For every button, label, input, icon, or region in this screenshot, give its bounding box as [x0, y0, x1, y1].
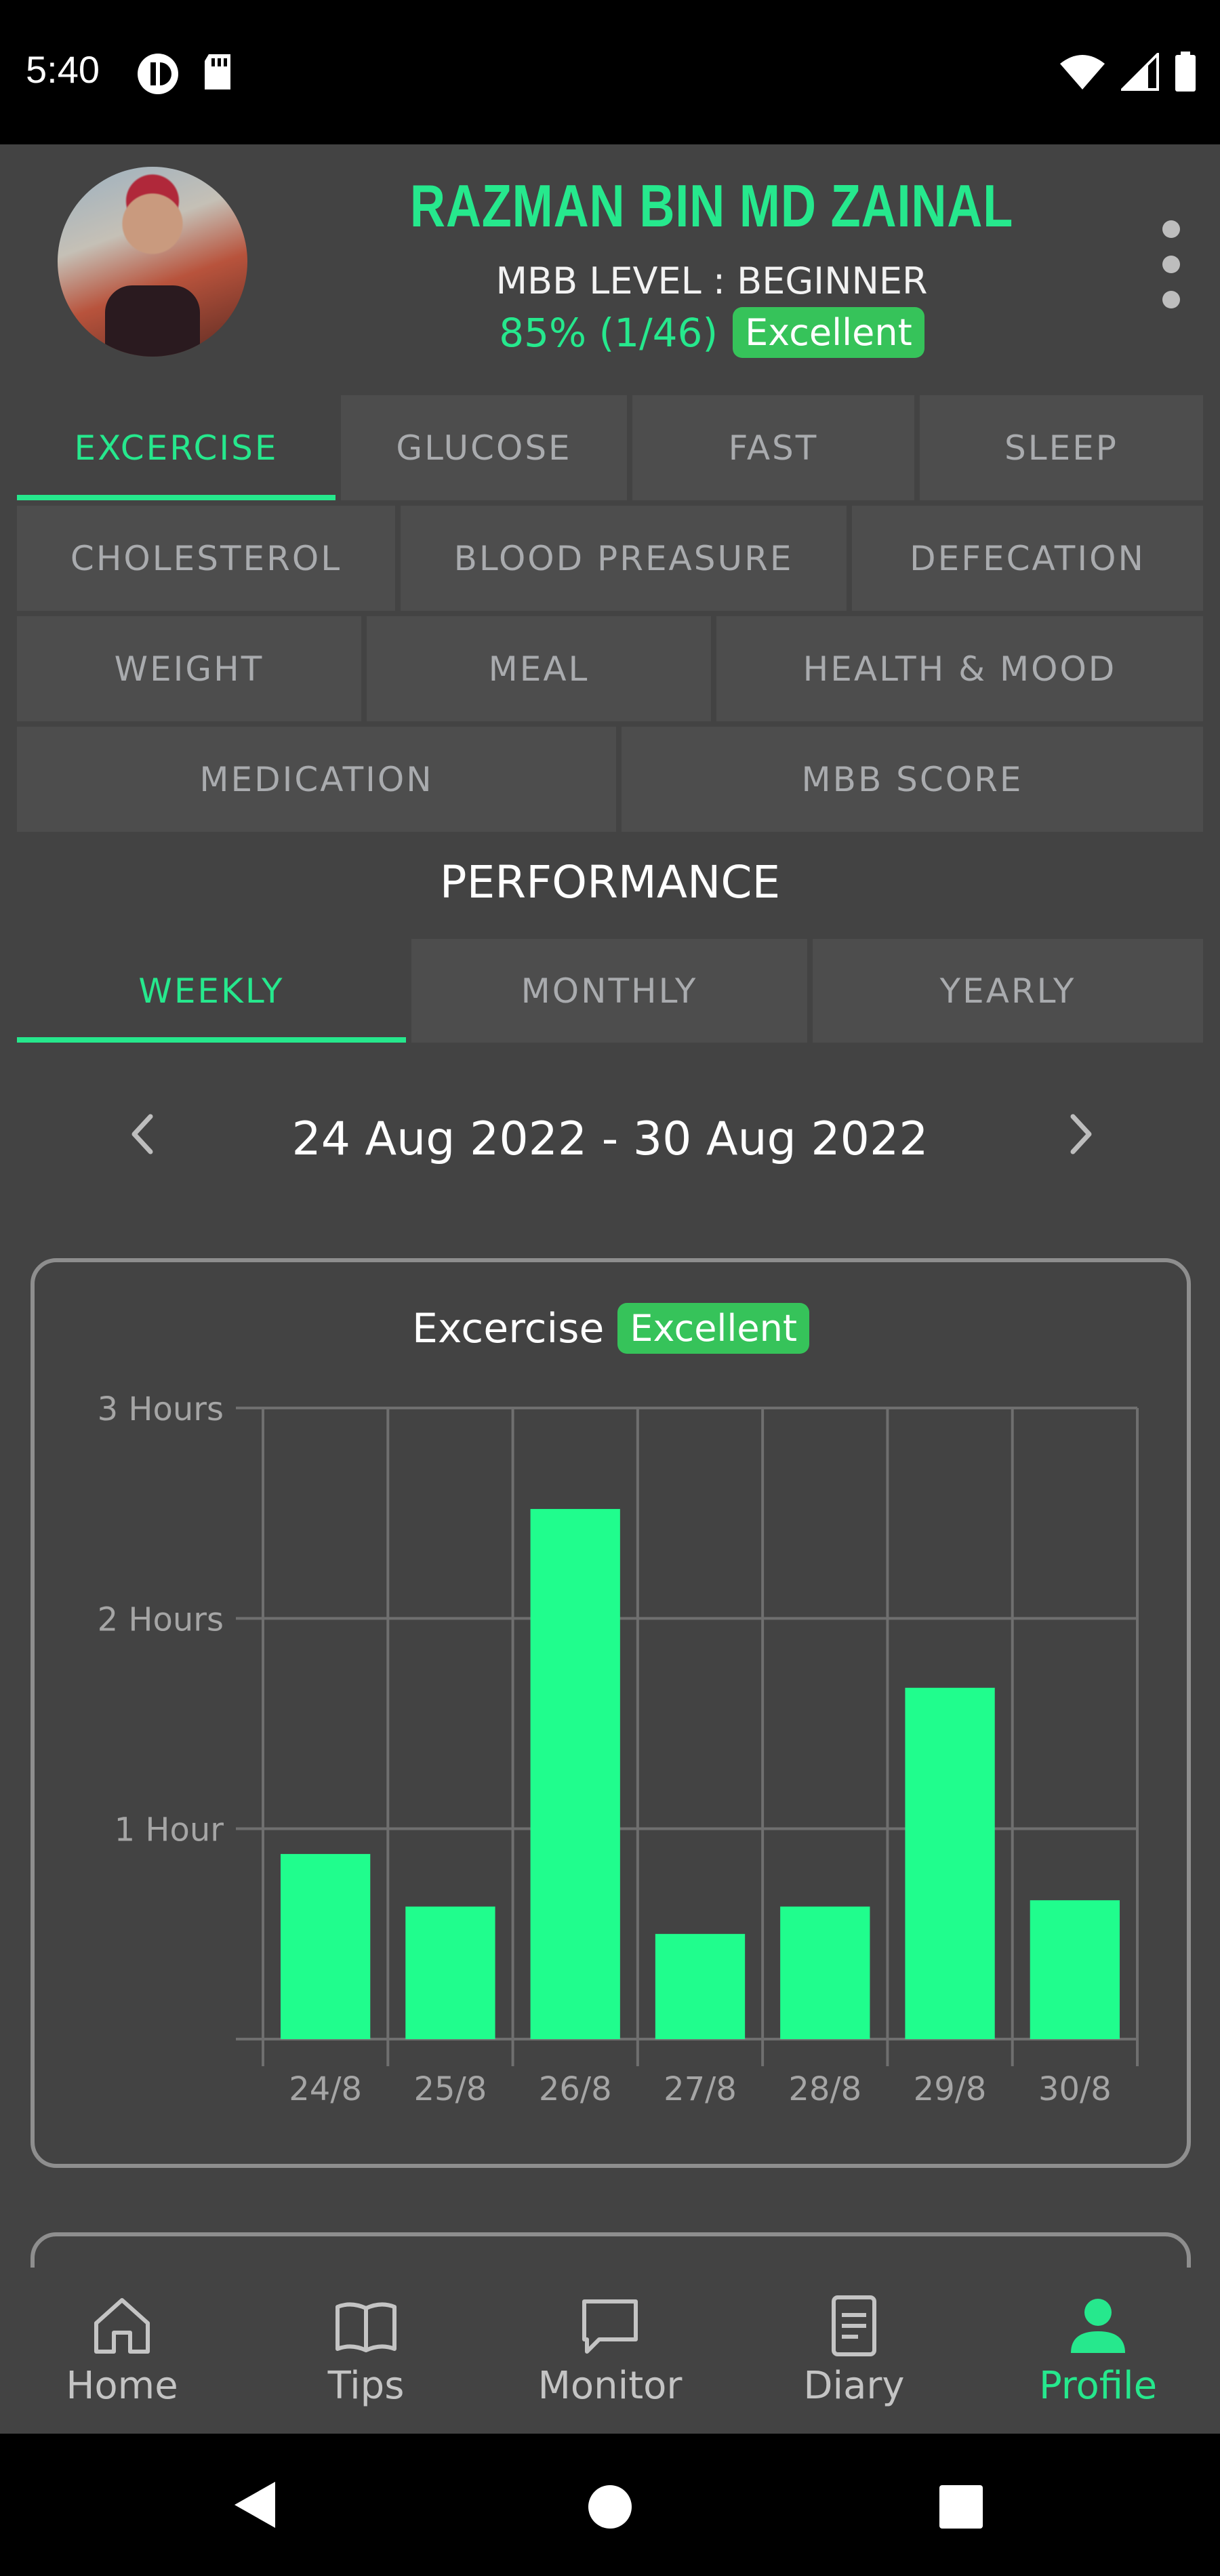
tab-defecation[interactable]: DEFECATION: [852, 506, 1203, 611]
tab-monthly[interactable]: MONTHLY: [411, 939, 807, 1043]
tab-fast[interactable]: FAST: [632, 395, 914, 500]
y-tick-label: 1 Hour: [115, 1811, 224, 1849]
bar-25-8: [405, 1906, 495, 2039]
exercise-bar-chart: 1 Hour 2 Hours 3 Hours 24/8 25/8 26/8 27/8 28/8…: [98, 1390, 1139, 2108]
sd-card-icon: [205, 54, 230, 89]
bar-29-8: [905, 1687, 995, 2039]
tab-weekly[interactable]: WEEKLY: [17, 939, 406, 1043]
home-circle-icon[interactable]: [584, 2481, 636, 2533]
bar-28-8: [780, 1906, 870, 2039]
tab-meal[interactable]: MEAL: [367, 616, 711, 721]
nav-diary[interactable]: Diary: [732, 2268, 976, 2434]
x-tick-label: 30/8: [1038, 2070, 1112, 2108]
battery-icon: [1175, 52, 1196, 92]
bottom-navigation: Home Tips Monitor Diary Profile: [0, 2268, 1220, 2434]
system-navigation-bar: [0, 2434, 1220, 2576]
mbb-score: 85% (1/46): [499, 309, 718, 356]
signal-icon: [1121, 53, 1159, 91]
x-tick-label: 27/8: [664, 2070, 737, 2108]
document-icon: [832, 2295, 876, 2356]
tab-glucose[interactable]: GLUCOSE: [341, 395, 627, 500]
avatar[interactable]: [58, 167, 247, 357]
x-tick-label: 26/8: [539, 2070, 612, 2108]
nav-monitor[interactable]: Monitor: [488, 2268, 732, 2434]
tab-cholesterol[interactable]: CHOLESTEROL: [17, 506, 395, 611]
tab-excercise[interactable]: EXCERCISE: [17, 395, 336, 500]
tab-yearly[interactable]: YEARLY: [813, 939, 1203, 1043]
bar-27-8: [655, 1933, 746, 2039]
person-icon: [1071, 2299, 1125, 2353]
nav-home[interactable]: Home: [0, 2268, 244, 2434]
chart-card: Excercise Excellent 1 Hour 2 Hours 3 Hours…: [30, 1258, 1191, 2168]
book-icon: [336, 2302, 396, 2352]
x-tick-label: 24/8: [289, 2070, 362, 2108]
performance-title: PERFORMANCE: [439, 856, 781, 908]
x-tick-label: 29/8: [914, 2070, 987, 2108]
bar-26-8: [530, 1508, 620, 2039]
x-tick-label: 28/8: [788, 2070, 861, 2108]
previous-week-chevron-icon[interactable]: [122, 1107, 163, 1161]
bar-30-8: [1030, 1900, 1120, 2039]
nav-profile-label: Profile: [1038, 2364, 1158, 2408]
tab-medication[interactable]: MEDICATION: [17, 727, 616, 832]
chat-bubble-icon: [582, 2299, 638, 2354]
back-icon[interactable]: [230, 2478, 285, 2532]
y-tick-label: 2 Hours: [98, 1601, 224, 1638]
recents-icon[interactable]: [935, 2481, 987, 2533]
wifi-icon: [1060, 55, 1105, 89]
nav-diary-label: Diary: [803, 2364, 905, 2408]
next-card: [30, 2232, 1191, 2268]
status-bar: 5:40: [0, 0, 1220, 144]
user-name: RAZMAN BIN MD ZAINAL: [409, 172, 1014, 239]
bar-24-8: [281, 1853, 371, 2039]
tab-sleep[interactable]: SLEEP: [920, 395, 1203, 500]
tab-health-mood[interactable]: HEALTH & MOOD: [716, 616, 1203, 721]
mbb-level: MBB LEVEL : BEGINNER: [495, 260, 928, 302]
score-badge: Excellent: [733, 307, 924, 358]
nav-tips-label: Tips: [327, 2364, 405, 2408]
tab-weight[interactable]: WEIGHT: [17, 616, 361, 721]
date-range: 24 Aug 2022 - 30 Aug 2022: [291, 1112, 929, 1166]
x-tick-label: 25/8: [414, 2070, 487, 2108]
app-content: RAZMAN BIN MD ZAINAL MBB LEVEL : BEGINNE…: [0, 144, 1220, 2268]
status-time: 5:40: [26, 48, 100, 91]
next-week-chevron-icon[interactable]: [1061, 1107, 1101, 1161]
nav-monitor-label: Monitor: [537, 2364, 683, 2408]
nav-profile[interactable]: Profile: [976, 2268, 1220, 2434]
more-options-icon[interactable]: [1152, 220, 1190, 308]
tab-mbb-score[interactable]: MBB SCORE: [622, 727, 1203, 832]
home-icon: [94, 2298, 150, 2354]
nav-home-label: Home: [66, 2364, 178, 2408]
tab-blood-preasure[interactable]: BLOOD PREASURE: [401, 506, 847, 611]
y-tick-label: 3 Hours: [98, 1390, 224, 1428]
app-notification-icon: [138, 54, 178, 94]
nav-tips[interactable]: Tips: [244, 2268, 488, 2434]
